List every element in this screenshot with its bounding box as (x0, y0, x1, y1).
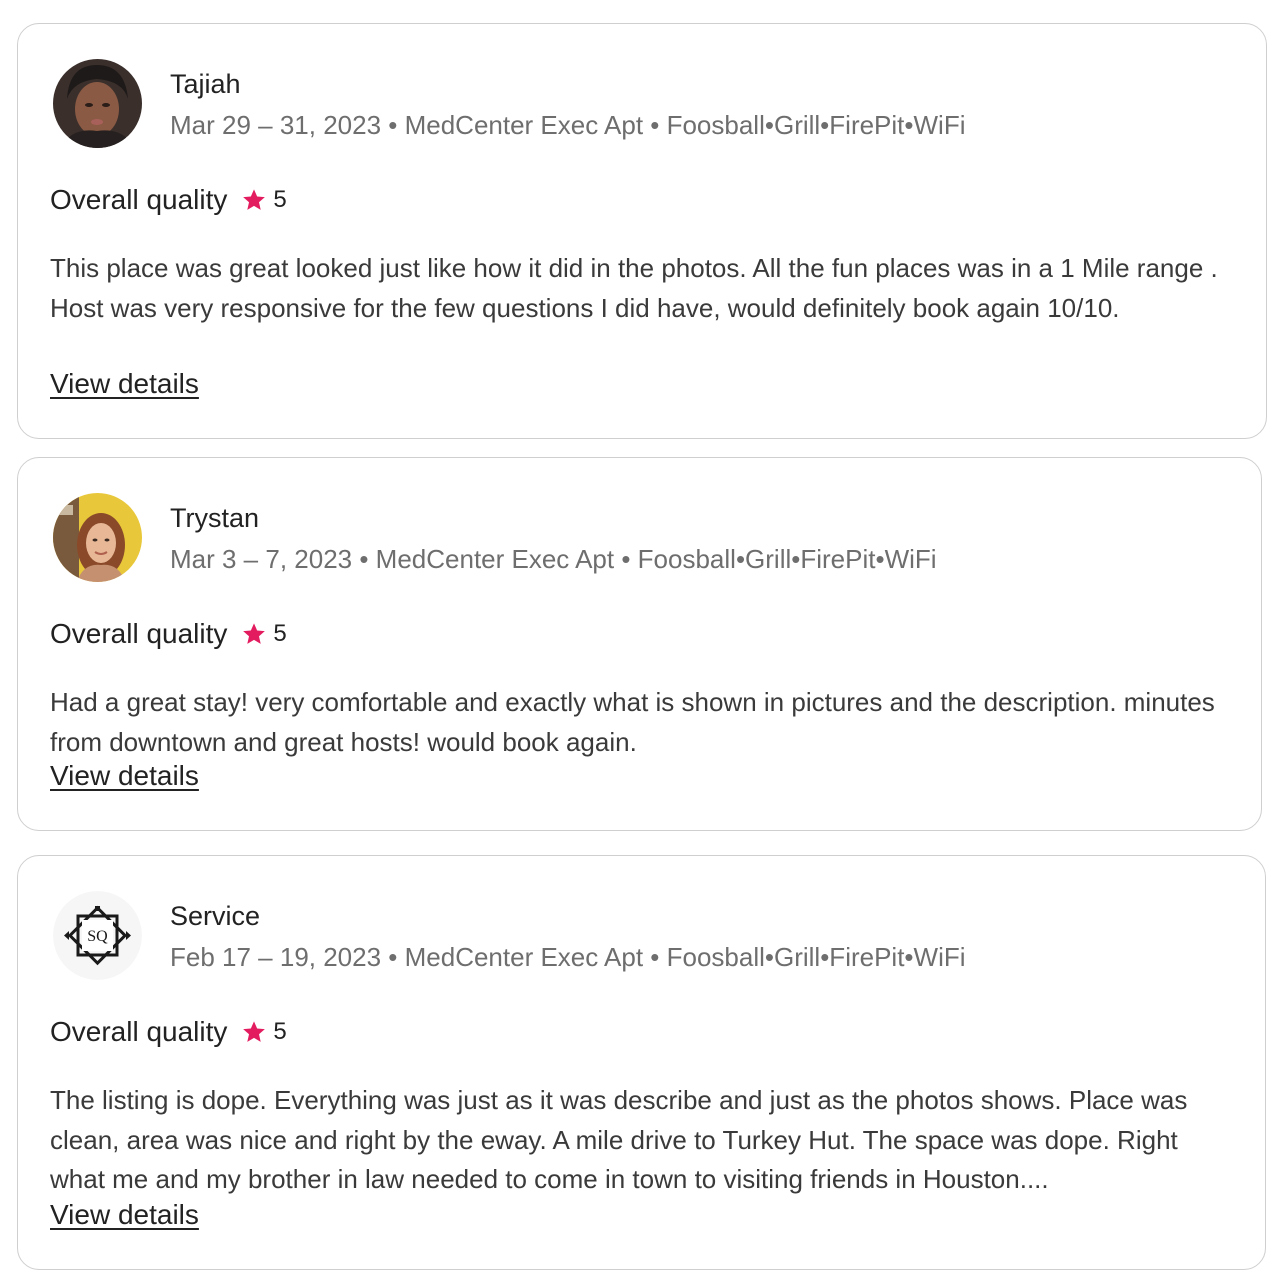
reviewer-name: Tajiah (170, 69, 241, 99)
star-icon (243, 623, 266, 644)
rating-label: Overall quality (50, 618, 228, 649)
rating-value: 5 (273, 620, 287, 647)
review-card: SQ Service Feb 17 – 19, 2023 • MedCenter… (17, 855, 1266, 1270)
rating-row: Overall quality 5 (50, 616, 287, 652)
star-icon (243, 189, 266, 210)
avatar[interactable] (53, 59, 142, 148)
reviewer-name: Service (170, 901, 261, 931)
brand-logo-text: SQ (87, 928, 108, 945)
avatar[interactable]: SQ (53, 891, 142, 980)
stay-details: Mar 29 – 31, 2023 • MedCenter Exec Apt •… (170, 110, 966, 140)
review-card: Trystan Mar 3 – 7, 2023 • MedCenter Exec… (17, 457, 1262, 831)
review-text: The listing is dope. Everything was just… (50, 1085, 1188, 1194)
review-card: Tajiah Mar 29 – 31, 2023 • MedCenter Exe… (17, 23, 1267, 439)
avatar[interactable] (53, 493, 142, 582)
view-details-link[interactable]: View details (50, 760, 199, 792)
stay-details: Mar 3 – 7, 2023 • MedCenter Exec Apt • F… (170, 544, 937, 574)
rating-label: Overall quality (50, 1016, 228, 1047)
rating-row: Overall quality 5 (50, 182, 287, 218)
star-icon (243, 1021, 266, 1042)
rating-value: 5 (273, 1018, 287, 1045)
review-text: This place was great looked just like ho… (50, 253, 1218, 323)
review-text: Had a great stay! very comfortable and e… (50, 687, 1215, 757)
reviewer-name: Trystan (170, 503, 260, 533)
rating-value: 5 (273, 186, 287, 213)
view-details-link[interactable]: View details (50, 1199, 199, 1231)
rating-label: Overall quality (50, 184, 228, 215)
rating-row: Overall quality 5 (50, 1014, 287, 1050)
view-details-link[interactable]: View details (50, 368, 199, 400)
stay-details: Feb 17 – 19, 2023 • MedCenter Exec Apt •… (170, 942, 966, 972)
